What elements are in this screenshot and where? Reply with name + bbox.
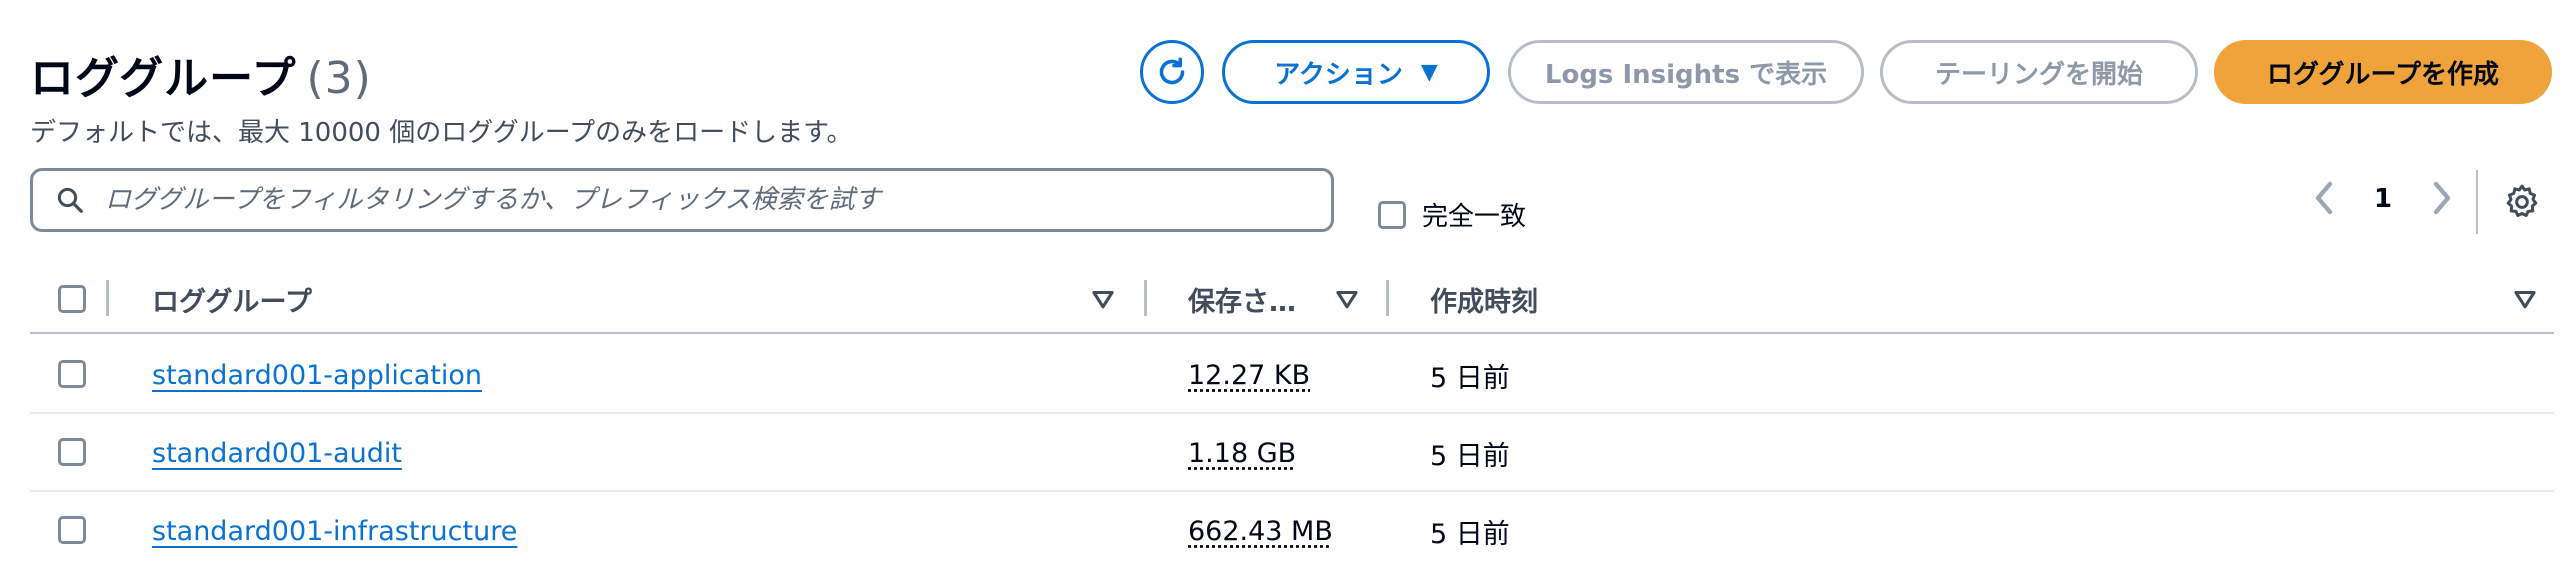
- chevron-left-icon: [2315, 181, 2333, 215]
- group-count: (3): [306, 53, 372, 104]
- refresh-button[interactable]: [1140, 40, 1204, 104]
- sort-icon[interactable]: [1090, 286, 1116, 312]
- column-divider: [1386, 280, 1389, 316]
- column-divider: [1144, 280, 1147, 316]
- gear-icon: [2506, 184, 2538, 217]
- table-header: ロググループ 保存さ… 作成時刻: [30, 264, 2554, 334]
- column-header-creation-time[interactable]: 作成時刻: [1430, 264, 1538, 334]
- table-row: standard001-application 12.27 KB 5 日前: [30, 336, 2554, 414]
- preferences-button[interactable]: [2502, 182, 2542, 226]
- page-description: デフォルトでは、最大 10000 個のロググループのみをロードします。: [30, 118, 853, 148]
- exact-match-label: 完全一致: [1422, 202, 1527, 232]
- table-row: standard001-infrastructure 662.43 MB 5 日…: [30, 492, 2554, 570]
- next-page-button[interactable]: [2428, 178, 2456, 218]
- exact-match-checkbox[interactable]: [1378, 200, 1406, 229]
- search-input[interactable]: [105, 185, 1285, 215]
- creation-time-value: 5 日前: [1430, 362, 1510, 394]
- create-log-group-button[interactable]: ロググループを作成: [2214, 40, 2552, 104]
- creation-time-value: 5 日前: [1430, 518, 1510, 550]
- select-all-checkbox[interactable]: [58, 285, 86, 313]
- stored-bytes-value[interactable]: 1.18 GB: [1188, 438, 1296, 469]
- caret-down-icon: ▼: [1420, 59, 1438, 85]
- column-header-stored-bytes[interactable]: 保存さ…: [1188, 264, 1296, 334]
- table-row: standard001-audit 1.18 GB 5 日前: [30, 414, 2554, 492]
- start-tailing-button[interactable]: テーリングを開始: [1880, 40, 2198, 104]
- column-divider: [106, 280, 109, 316]
- stored-bytes-value[interactable]: 12.27 KB: [1188, 360, 1310, 391]
- logs-insights-button[interactable]: Logs Insights で表示: [1508, 40, 1864, 104]
- log-group-link[interactable]: standard001-audit: [152, 438, 402, 469]
- current-page[interactable]: 1: [2374, 184, 2392, 214]
- creation-time-value: 5 日前: [1430, 440, 1510, 472]
- row-checkbox[interactable]: [58, 360, 86, 388]
- log-group-link[interactable]: standard001-infrastructure: [152, 516, 517, 547]
- actions-button[interactable]: アクション ▼: [1222, 40, 1490, 104]
- sort-icon[interactable]: [1334, 286, 1360, 312]
- search-icon: [55, 185, 85, 215]
- search-box[interactable]: [30, 168, 1334, 232]
- refresh-icon: [1159, 57, 1185, 85]
- chevron-right-icon: [2433, 181, 2451, 215]
- pagination-divider: [2476, 170, 2478, 234]
- row-checkbox[interactable]: [58, 438, 86, 466]
- exact-match-option[interactable]: 完全一致: [1378, 196, 1526, 233]
- page-title-text: ロググループ: [30, 53, 297, 104]
- previous-page-button[interactable]: [2310, 178, 2338, 218]
- row-checkbox[interactable]: [58, 516, 86, 544]
- stored-bytes-value[interactable]: 662.43 MB: [1188, 516, 1333, 547]
- sort-icon[interactable]: [2512, 286, 2538, 312]
- actions-label: アクション: [1274, 59, 1403, 90]
- column-header-log-group[interactable]: ロググループ: [152, 264, 312, 334]
- log-group-link[interactable]: standard001-application: [152, 360, 482, 391]
- page-title: ロググループ (3): [30, 42, 372, 106]
